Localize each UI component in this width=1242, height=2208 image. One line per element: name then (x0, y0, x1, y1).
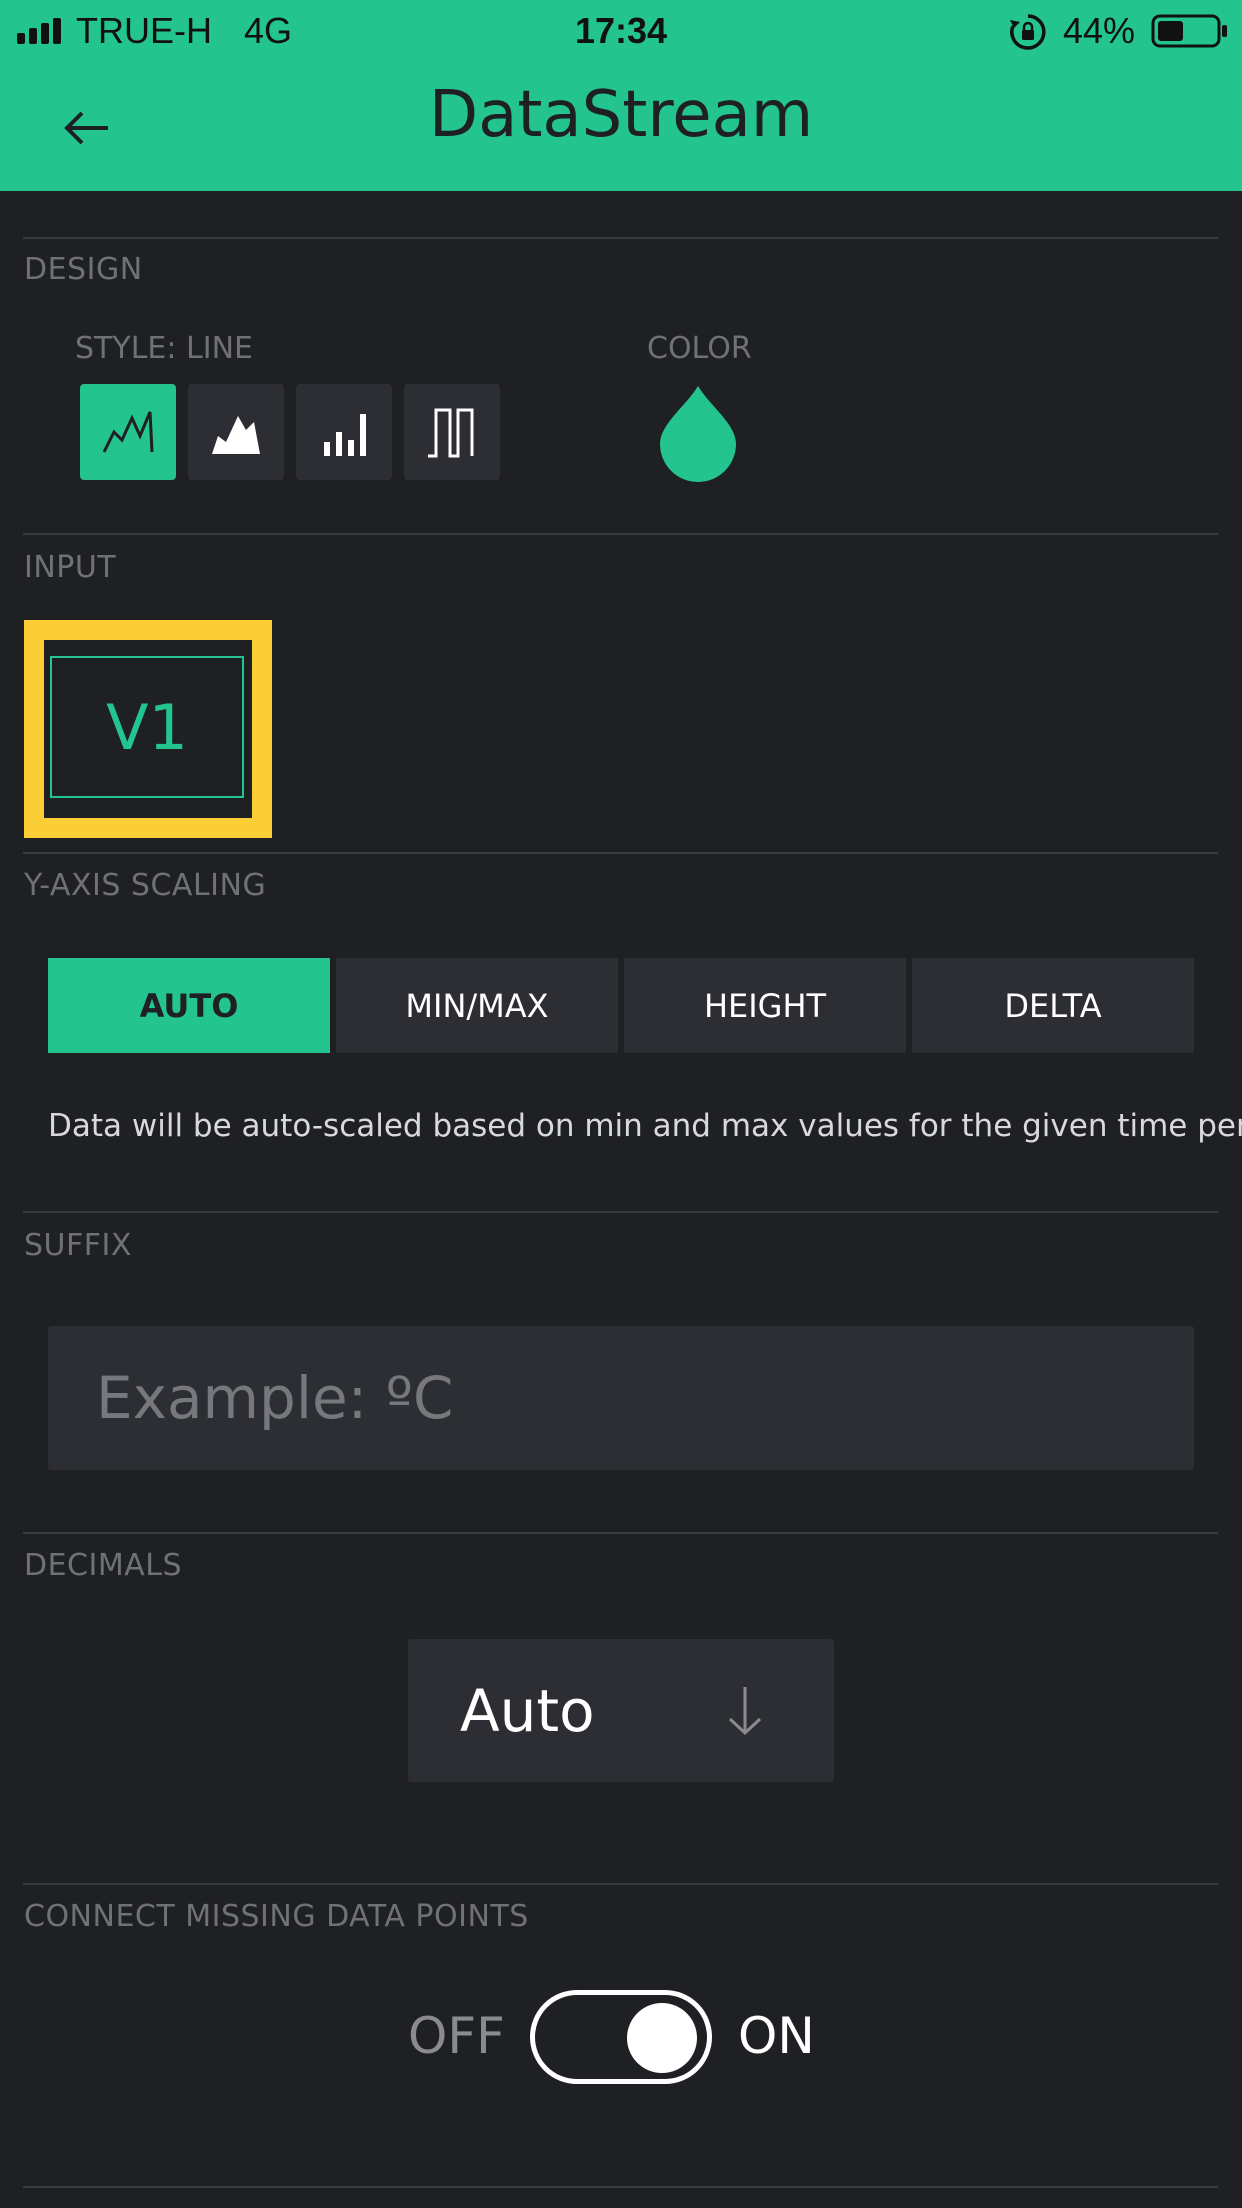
divider (23, 237, 1218, 239)
style-bar-button[interactable] (296, 384, 392, 480)
style-area-button[interactable] (188, 384, 284, 480)
battery-icon (1151, 14, 1229, 52)
scaling-delta-button[interactable]: DELTA (912, 958, 1194, 1053)
divider (23, 1211, 1218, 1213)
section-connect-label: CONNECT MISSING DATA POINTS (24, 1899, 529, 1934)
connect-missing-toggle[interactable] (530, 1990, 712, 2084)
section-input-label: INPUT (24, 550, 117, 585)
divider (23, 1532, 1218, 1534)
scaling-height-button[interactable]: HEIGHT (624, 958, 906, 1053)
input-highlight: V1 (24, 620, 272, 838)
area-chart-icon (212, 416, 260, 454)
scaling-description: Data will be auto-scaled based on min an… (48, 1108, 1242, 1144)
divider (23, 533, 1218, 535)
decimals-value: Auto (460, 1677, 595, 1745)
section-y-axis-label: Y-AXIS SCALING (24, 868, 267, 903)
section-design-label: DESIGN (24, 252, 143, 287)
divider (23, 2186, 1218, 2188)
clock: 17:34 (574, 10, 668, 51)
toggle-off-label: OFF (408, 2007, 505, 2065)
style-line-button[interactable] (80, 384, 176, 480)
color-picker-button[interactable] (658, 384, 738, 486)
battery-percent: 44% (1063, 10, 1136, 51)
pin-label: V1 (106, 690, 188, 764)
divider (23, 1883, 1218, 1885)
line-chart-icon (102, 411, 154, 453)
bar-chart-icon (324, 414, 366, 456)
binary-chart-icon (428, 408, 474, 458)
scaling-minmax-button[interactable]: MIN/MAX (336, 958, 618, 1053)
style-binary-button[interactable] (404, 384, 500, 480)
toggle-knob (627, 2003, 697, 2073)
toggle-on-label: ON (738, 2007, 815, 2065)
rotation-lock-icon (1008, 12, 1048, 56)
style-label: STYLE: LINE (75, 331, 253, 366)
section-decimals-label: DECIMALS (24, 1548, 183, 1583)
divider (23, 852, 1218, 854)
app-header: TRUE-H 4G 17:34 44% DataStream (0, 0, 1242, 191)
scaling-auto-button[interactable]: AUTO (48, 958, 330, 1053)
color-drop-icon (660, 386, 736, 482)
suffix-input[interactable] (96, 1326, 1146, 1470)
pin-select-button[interactable]: V1 (44, 640, 252, 818)
arrow-down-icon (728, 1687, 762, 1736)
color-label: COLOR (647, 331, 752, 366)
decimals-dropdown[interactable]: Auto (408, 1639, 834, 1782)
suffix-field (48, 1326, 1194, 1470)
page-title: DataStream (428, 78, 814, 152)
section-suffix-label: SUFFIX (24, 1228, 132, 1263)
